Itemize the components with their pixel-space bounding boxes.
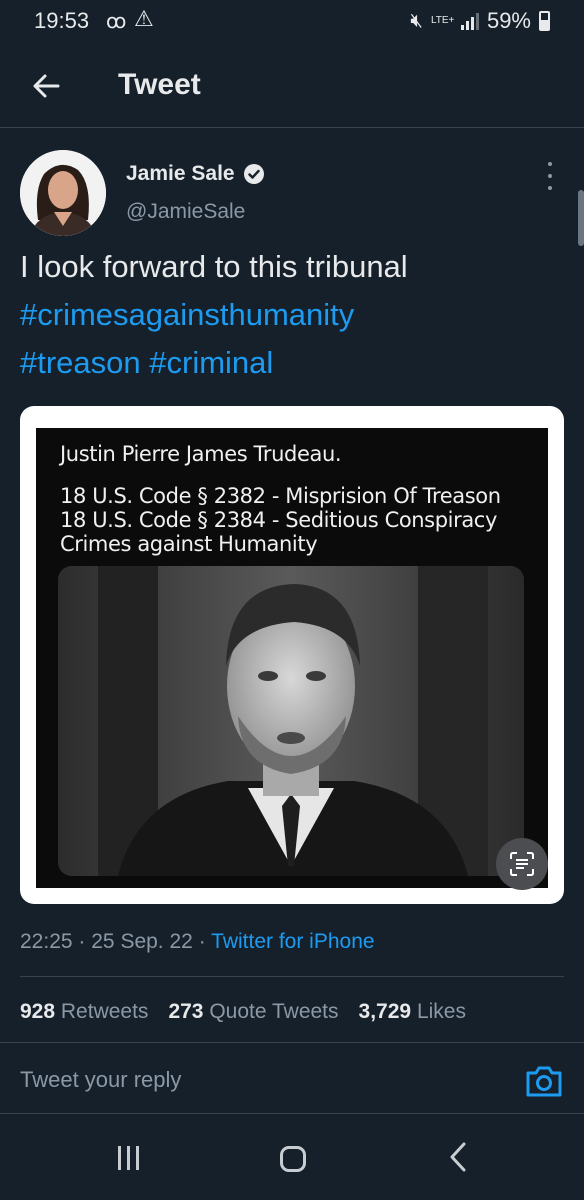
avatar-image — [20, 150, 106, 236]
recents-bar — [118, 1146, 121, 1170]
tweet-body: I look forward to this tribunal — [20, 249, 408, 284]
recent-apps-button[interactable] — [118, 1146, 139, 1170]
portrait-photo — [58, 566, 524, 876]
quote-tweets-count: 273 — [168, 1000, 204, 1023]
media-image: Justin Pierre James Trudeau. 18 U.S. Cod… — [36, 428, 548, 888]
reply-input[interactable]: Tweet your reply — [20, 1067, 181, 1093]
media-caption-line: 18 U.S. Code § 2382 - Misprision Of Trea… — [60, 484, 501, 508]
quote-tweets-stat[interactable]: 273 Quote Tweets — [168, 1000, 338, 1024]
network-type: LTE+ — [430, 15, 455, 26]
more-options-button[interactable] — [540, 162, 560, 190]
reply-bar: Tweet your reply — [0, 1042, 584, 1114]
author-name[interactable]: Jamie Sale — [126, 162, 235, 186]
meta-separator: · — [78, 930, 86, 953]
battery-percent: 59% — [486, 8, 531, 33]
mute-icon: 🔇︎ — [410, 9, 423, 32]
hashtag-link[interactable]: #crimesagainsthumanity — [20, 297, 354, 332]
tweet-text: I look forward to this tribunal #crimesa… — [20, 243, 568, 387]
tweet-timestamp: 22:25 · 25 Sep. 22 · Twitter for iPhone — [20, 930, 375, 954]
system-navigation-bar — [0, 1116, 584, 1200]
recents-bar — [136, 1146, 139, 1170]
scan-text-icon — [510, 852, 534, 876]
top-app-bar: Tweet — [0, 42, 584, 128]
back-button[interactable] — [26, 66, 66, 106]
media-caption-line: 18 U.S. Code § 2384 - Seditious Conspira… — [60, 508, 497, 532]
retweets-count: 928 — [20, 1000, 56, 1023]
chevron-left-icon — [450, 1142, 466, 1172]
page-title: Tweet — [118, 68, 201, 101]
media-caption-line: Justin Pierre James Trudeau. — [60, 442, 342, 466]
tweet-media[interactable]: Justin Pierre James Trudeau. 18 U.S. Cod… — [20, 406, 564, 904]
quote-tweets-label: Quote Tweets — [209, 1000, 339, 1023]
avatar[interactable] — [20, 150, 106, 236]
likes-count: 3,729 — [358, 1000, 412, 1023]
retweets-stat[interactable]: 928 Retweets — [20, 1000, 148, 1024]
scrollbar[interactable] — [578, 190, 584, 246]
home-button[interactable] — [280, 1146, 306, 1172]
hashtag-link[interactable]: #treason — [20, 345, 141, 380]
more-dot — [548, 174, 552, 178]
battery-icon — [539, 11, 550, 31]
tweet-source-link[interactable]: Twitter for iPhone — [211, 930, 374, 953]
warning-icon: ⚠ — [134, 6, 154, 31]
likes-stat[interactable]: 3,729 Likes — [359, 1000, 466, 1024]
voicemail-icon: ꝏ — [106, 11, 127, 33]
arrow-left-icon — [33, 74, 60, 98]
tweet-date: 25 Sep. 22 — [91, 930, 193, 953]
tweet-stats: 928 Retweets 273 Quote Tweets 3,729 Like… — [20, 1000, 466, 1024]
divider — [20, 976, 564, 977]
system-back-button[interactable] — [444, 1140, 472, 1174]
status-bar: 19:53 ꝏ ⚠ 🔇︎ LTE+ 59% — [0, 0, 584, 42]
meta-separator: · — [198, 930, 206, 953]
author-handle[interactable]: @JamieSale — [126, 200, 245, 224]
verified-badge-icon — [243, 164, 264, 184]
signal-icon — [460, 12, 479, 30]
author-name-row[interactable]: Jamie Sale — [126, 162, 265, 186]
image-text-scan-button[interactable] — [496, 838, 548, 890]
more-dot — [548, 186, 552, 190]
camera-button[interactable] — [524, 1063, 564, 1099]
camera-icon — [526, 1066, 562, 1097]
status-time: 19:53 — [34, 8, 90, 33]
likes-label: Likes — [416, 1000, 466, 1023]
recents-bar — [127, 1146, 130, 1170]
retweets-label: Retweets — [60, 1000, 149, 1023]
more-dot — [548, 162, 552, 166]
tweet-time: 22:25 — [20, 930, 73, 953]
hashtag-link[interactable]: #criminal — [149, 345, 273, 380]
media-caption-line: Crimes against Humanity — [60, 532, 318, 556]
